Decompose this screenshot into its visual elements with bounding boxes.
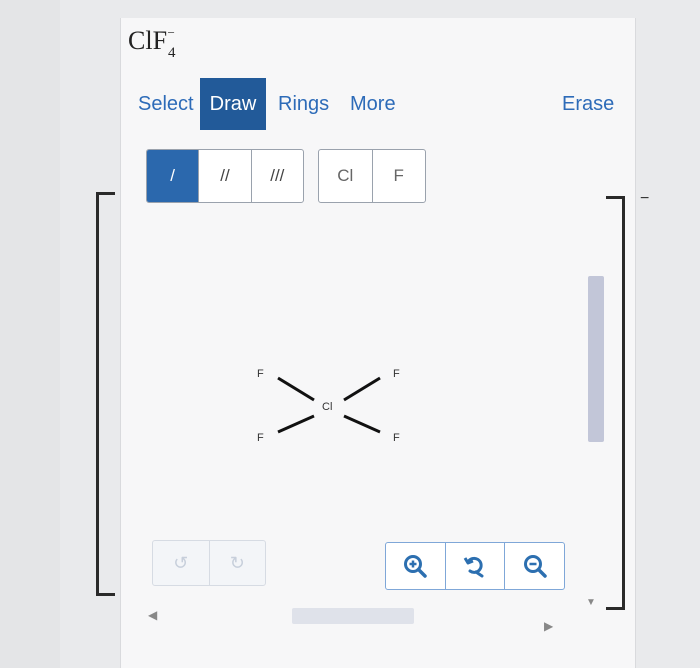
vertical-scrollbar-thumb[interactable] xyxy=(588,276,604,442)
bond-tool-group: / // /// xyxy=(146,149,304,203)
erase-button[interactable]: Erase xyxy=(556,78,620,130)
formula-title: ClF4 − xyxy=(128,25,176,61)
reset-zoom-button[interactable] xyxy=(446,543,506,589)
bond-upper-left xyxy=(277,376,315,402)
atom-cl-center: Cl xyxy=(322,401,333,413)
scroll-left-arrow-icon[interactable]: ◀ xyxy=(148,608,157,622)
atom-f-top-right: F xyxy=(393,368,400,380)
zoom-out-icon xyxy=(523,555,547,578)
redo-button[interactable]: ↻ xyxy=(210,541,266,585)
formula-superscript: − xyxy=(167,25,175,40)
left-bracket xyxy=(96,192,115,596)
tab-draw[interactable]: Draw xyxy=(200,78,266,130)
molecule-canvas[interactable]: F F Cl F F xyxy=(240,360,430,460)
triple-bond-glyph: /// xyxy=(270,166,285,185)
toolbar-tabs: Select Draw Rings More Erase xyxy=(126,78,620,130)
undo-icon: ↺ xyxy=(173,552,189,573)
tab-rings[interactable]: Rings xyxy=(272,78,335,130)
formula-main: ClF xyxy=(128,26,168,55)
double-bond-glyph: // xyxy=(220,166,230,185)
ion-charge: − xyxy=(640,190,650,207)
bond-lines xyxy=(277,376,381,434)
undo-redo-group: ↺ ↻ xyxy=(152,540,266,586)
atom-f-bottom-right: F xyxy=(393,432,400,444)
page-background xyxy=(0,0,60,668)
atom-f-bottom-left: F xyxy=(257,432,264,444)
undo-button[interactable]: ↺ xyxy=(153,541,210,585)
bond-lower-right xyxy=(343,414,381,434)
single-bond-button[interactable]: / xyxy=(147,150,200,202)
atom-button-f[interactable]: F xyxy=(373,150,426,202)
atom-tool-group: Cl F xyxy=(318,149,426,203)
horizontal-scrollbar-thumb[interactable] xyxy=(292,608,414,624)
double-bond-button[interactable]: // xyxy=(199,150,252,202)
atom-f-top-left: F xyxy=(257,368,264,380)
redo-icon: ↻ xyxy=(229,552,245,573)
bond-upper-right xyxy=(343,376,381,402)
bond-lower-left xyxy=(277,414,315,434)
triple-bond-button[interactable]: /// xyxy=(252,150,303,202)
scroll-down-arrow-icon[interactable]: ▼ xyxy=(586,597,596,608)
zoom-controls xyxy=(385,542,565,590)
tab-more[interactable]: More xyxy=(344,78,402,130)
zoom-out-button[interactable] xyxy=(505,543,564,589)
reset-zoom-icon xyxy=(463,556,484,578)
tab-select[interactable]: Select xyxy=(132,78,200,130)
zoom-in-button[interactable] xyxy=(386,543,446,589)
atom-button-cl[interactable]: Cl xyxy=(319,150,373,202)
right-bracket xyxy=(606,196,625,610)
zoom-in-icon xyxy=(404,555,428,578)
single-bond-glyph: / xyxy=(170,166,176,185)
atom-label-f: F xyxy=(393,166,404,185)
scroll-right-arrow-icon[interactable]: ▶ xyxy=(544,619,553,633)
formula-subscript: 4 xyxy=(168,45,176,61)
atom-label-cl: Cl xyxy=(337,166,354,185)
